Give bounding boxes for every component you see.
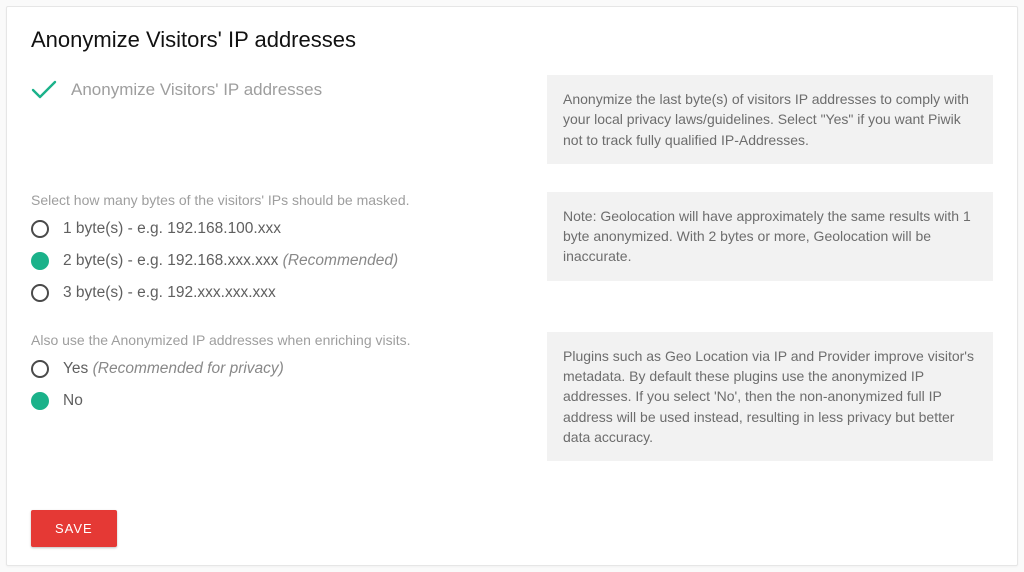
enrich-label: Also use the Anonymized IP addresses whe… bbox=[31, 332, 511, 348]
mask-bytes-group: 1 byte(s) - e.g. 192.168.100.xxx 2 byte(s… bbox=[31, 218, 511, 304]
footer: SAVE bbox=[31, 510, 993, 547]
mask-bytes-label: Select how many bytes of the visitors' I… bbox=[31, 192, 511, 208]
radio-icon bbox=[31, 360, 49, 378]
radio-label: 1 byte(s) - e.g. 192.168.100.xxx bbox=[63, 220, 281, 238]
anonymize-toggle[interactable]: Anonymize Visitors' IP addresses bbox=[31, 79, 511, 101]
radio-icon bbox=[31, 220, 49, 238]
enrich-option-0[interactable]: Yes (Recommended for privacy) bbox=[31, 358, 511, 380]
save-button[interactable]: SAVE bbox=[31, 510, 117, 547]
radio-label: No bbox=[63, 392, 83, 410]
radio-label: Yes (Recommended for privacy) bbox=[63, 360, 284, 378]
radio-label: 3 byte(s) - e.g. 192.xxx.xxx.xxx bbox=[63, 284, 276, 302]
check-icon bbox=[31, 79, 57, 101]
anonymize-toggle-label: Anonymize Visitors' IP addresses bbox=[71, 80, 322, 100]
section-anonymize: Anonymize Visitors' IP addresses Anonymi… bbox=[31, 75, 993, 164]
radio-hint: (Recommended for privacy) bbox=[88, 360, 284, 377]
section-enrich: Also use the Anonymized IP addresses whe… bbox=[31, 332, 993, 461]
radio-icon bbox=[31, 252, 49, 270]
radio-icon bbox=[31, 284, 49, 302]
section-mask-bytes: Select how many bytes of the visitors' I… bbox=[31, 192, 993, 304]
settings-card: Anonymize Visitors' IP addresses Anonymi… bbox=[6, 6, 1018, 566]
help-mask-bytes: Note: Geolocation will have approximatel… bbox=[547, 192, 993, 281]
radio-hint: (Recommended) bbox=[278, 252, 398, 269]
radio-icon bbox=[31, 392, 49, 410]
page-title: Anonymize Visitors' IP addresses bbox=[31, 27, 993, 53]
help-enrich: Plugins such as Geo Location via IP and … bbox=[547, 332, 993, 461]
help-anonymize: Anonymize the last byte(s) of visitors I… bbox=[547, 75, 993, 164]
mask-bytes-option-1[interactable]: 2 byte(s) - e.g. 192.168.xxx.xxx (Recomm… bbox=[31, 250, 511, 272]
mask-bytes-option-0[interactable]: 1 byte(s) - e.g. 192.168.100.xxx bbox=[31, 218, 511, 240]
mask-bytes-option-2[interactable]: 3 byte(s) - e.g. 192.xxx.xxx.xxx bbox=[31, 282, 511, 304]
enrich-option-1[interactable]: No bbox=[31, 390, 511, 412]
content: Anonymize Visitors' IP addresses Anonymi… bbox=[31, 75, 993, 500]
enrich-group: Yes (Recommended for privacy) No bbox=[31, 358, 511, 412]
radio-label: 2 byte(s) - e.g. 192.168.xxx.xxx (Recomm… bbox=[63, 252, 398, 270]
